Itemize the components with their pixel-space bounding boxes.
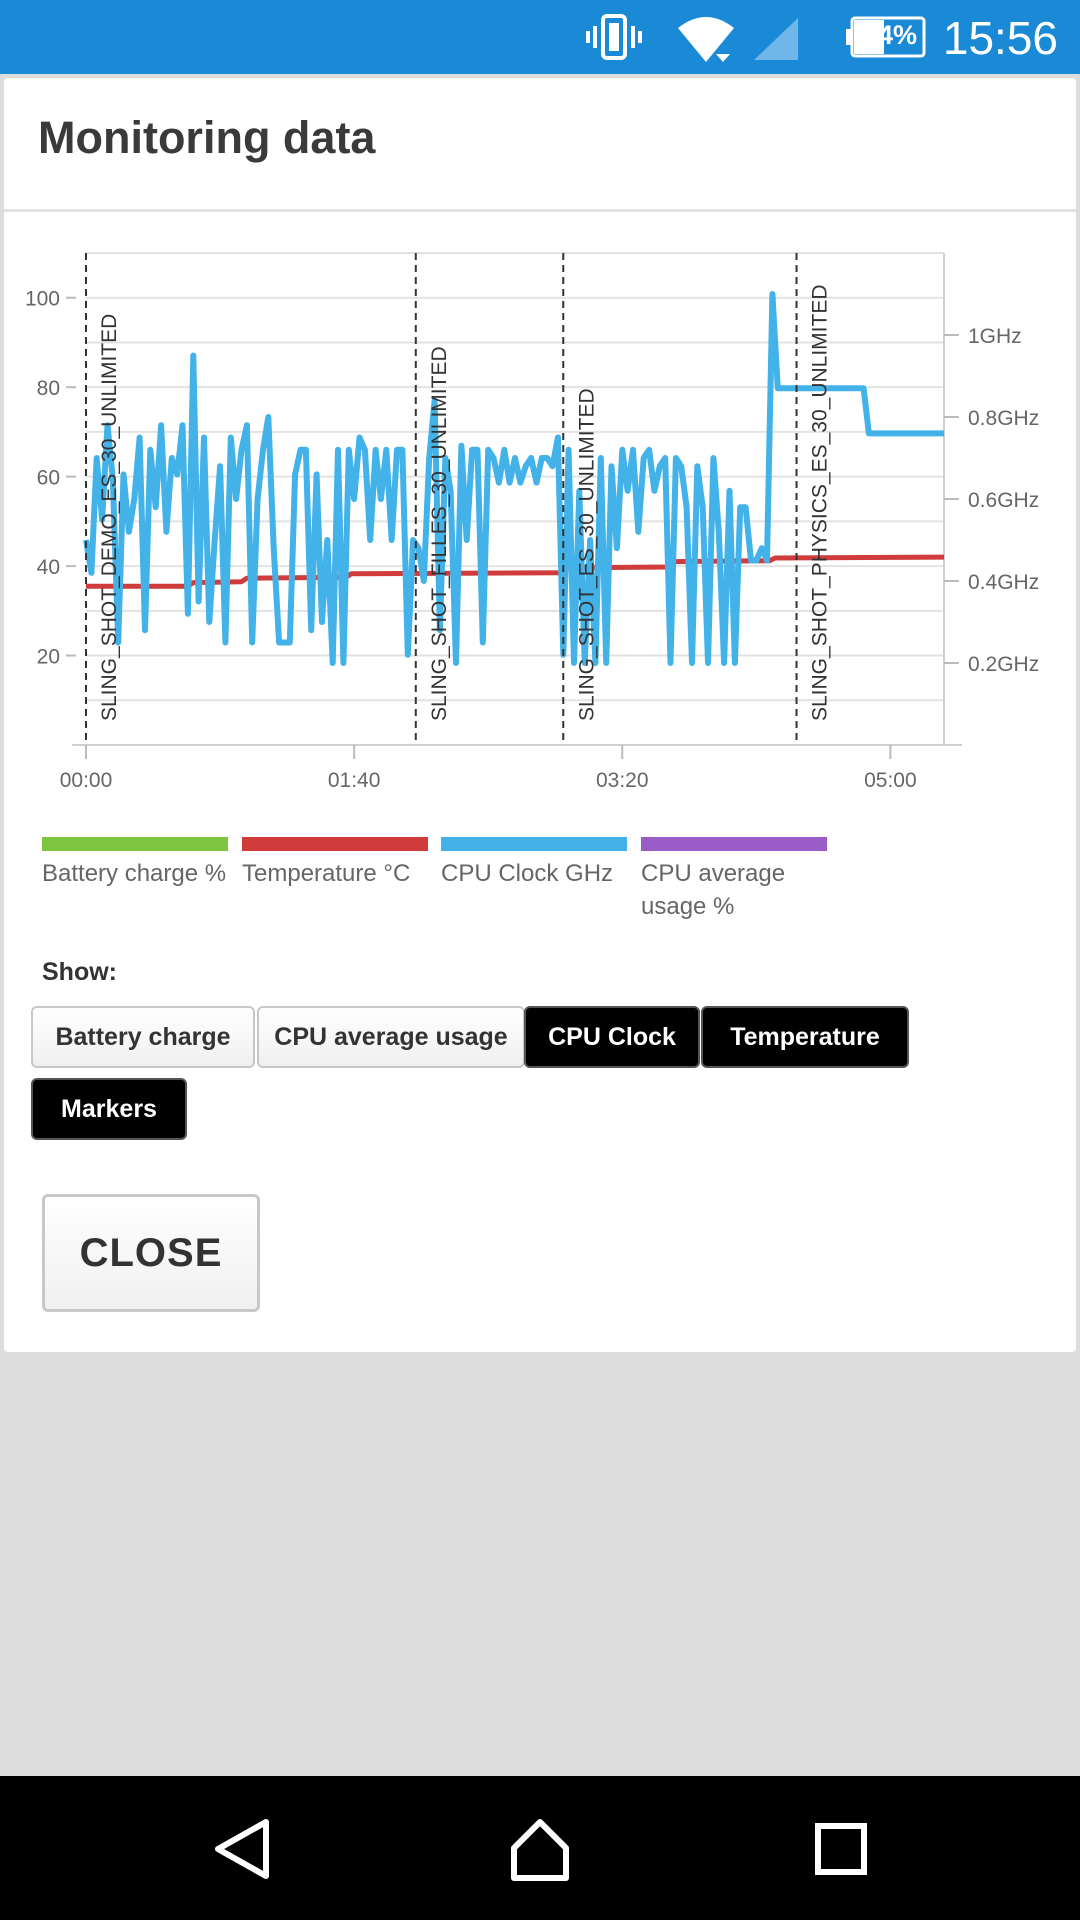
navigation-bar: [0, 1776, 1080, 1920]
legend-swatch-cpu-usage: [641, 837, 827, 851]
home-icon[interactable]: [508, 1818, 572, 1882]
close-button[interactable]: CLOSE: [42, 1194, 260, 1312]
clock-time: 15:56: [942, 12, 1058, 64]
y-right-tick-label: 1GHz: [968, 325, 1022, 348]
wifi-icon: [678, 17, 734, 62]
battery-percent: 44%: [862, 20, 918, 50]
x-tick-label: 00:00: [60, 769, 113, 792]
legend-swatch-temperature: [242, 837, 428, 851]
legend-label-temperature: Temperature °C: [242, 860, 411, 887]
toggle-cpu-clock[interactable]: CPU Clock: [524, 1006, 700, 1068]
y-left-tick-label: 100: [25, 288, 60, 311]
show-label: Show:: [42, 958, 117, 986]
x-tick-label: 03:20: [596, 769, 649, 792]
toggle-temperature[interactable]: Temperature: [701, 1006, 909, 1068]
toggle-battery-charge[interactable]: Battery charge: [31, 1006, 255, 1068]
cell-signal-icon: [754, 18, 798, 60]
marker-label: SLING_SHOT_DEMO_ES_30_UNLIMITED: [98, 314, 121, 721]
status-bar: 44% 15:56: [0, 0, 1080, 74]
toggle-cpu-average-usage[interactable]: CPU average usage: [257, 1006, 525, 1068]
legend-item-battery: Battery charge %: [42, 837, 242, 890]
y-right-tick-label: 0.2GHz: [968, 653, 1039, 676]
back-icon[interactable]: [212, 1818, 272, 1880]
marker-label: SLING_SHOT_FILLES_30_UNLIMITED: [428, 346, 451, 721]
legend-swatch-cpu-clock: [441, 837, 627, 851]
x-tick-label: 01:40: [328, 769, 381, 792]
marker-label: SLING_SHOT_ES_30_UNLIMITED: [575, 388, 598, 721]
recents-icon[interactable]: [814, 1822, 868, 1876]
y-left-tick-label: 40: [37, 556, 60, 579]
legend-item-cpu-usage: CPU average usage %: [641, 837, 827, 923]
y-right-tick-label: 0.6GHz: [968, 489, 1039, 512]
monitoring-chart: 100 80 60 40 20 1GHz 0.8GHz 0.6GHz 0.4GHz 0.2GHz 0…: [25, 252, 1039, 792]
y-right-tick-label: 0.4GHz: [968, 571, 1039, 594]
x-tick-label: 05:00: [864, 769, 917, 792]
y-left-tick-label: 60: [37, 467, 60, 490]
y-left-tick-label: 80: [37, 377, 60, 400]
legend-swatch-battery: [42, 837, 228, 851]
chart-legend: Battery charge % Temperature °C CPU Cloc…: [42, 837, 1042, 937]
y-right-tick-label: 0.8GHz: [968, 407, 1039, 430]
legend-label-battery: Battery charge %: [42, 860, 227, 887]
toggle-markers[interactable]: Markers: [31, 1078, 187, 1140]
monitoring-dialog: Monitoring data 100 80 60 40 20 1GHz 0.8GHz 0.6…: [4, 78, 1076, 1352]
legend-label-cpu-clock: CPU Clock GHz: [441, 860, 614, 887]
marker-label: SLING_SHOT_PHYSICS_ES_30_UNLIMITED: [809, 285, 832, 722]
legend-label-cpu-usage: CPU average usage %: [641, 860, 786, 920]
legend-item-temperature: Temperature °C: [242, 837, 442, 890]
y-left-tick-label: 20: [37, 646, 60, 669]
legend-item-cpu-clock: CPU Clock GHz: [441, 837, 641, 890]
vibrate-icon: [586, 14, 642, 60]
